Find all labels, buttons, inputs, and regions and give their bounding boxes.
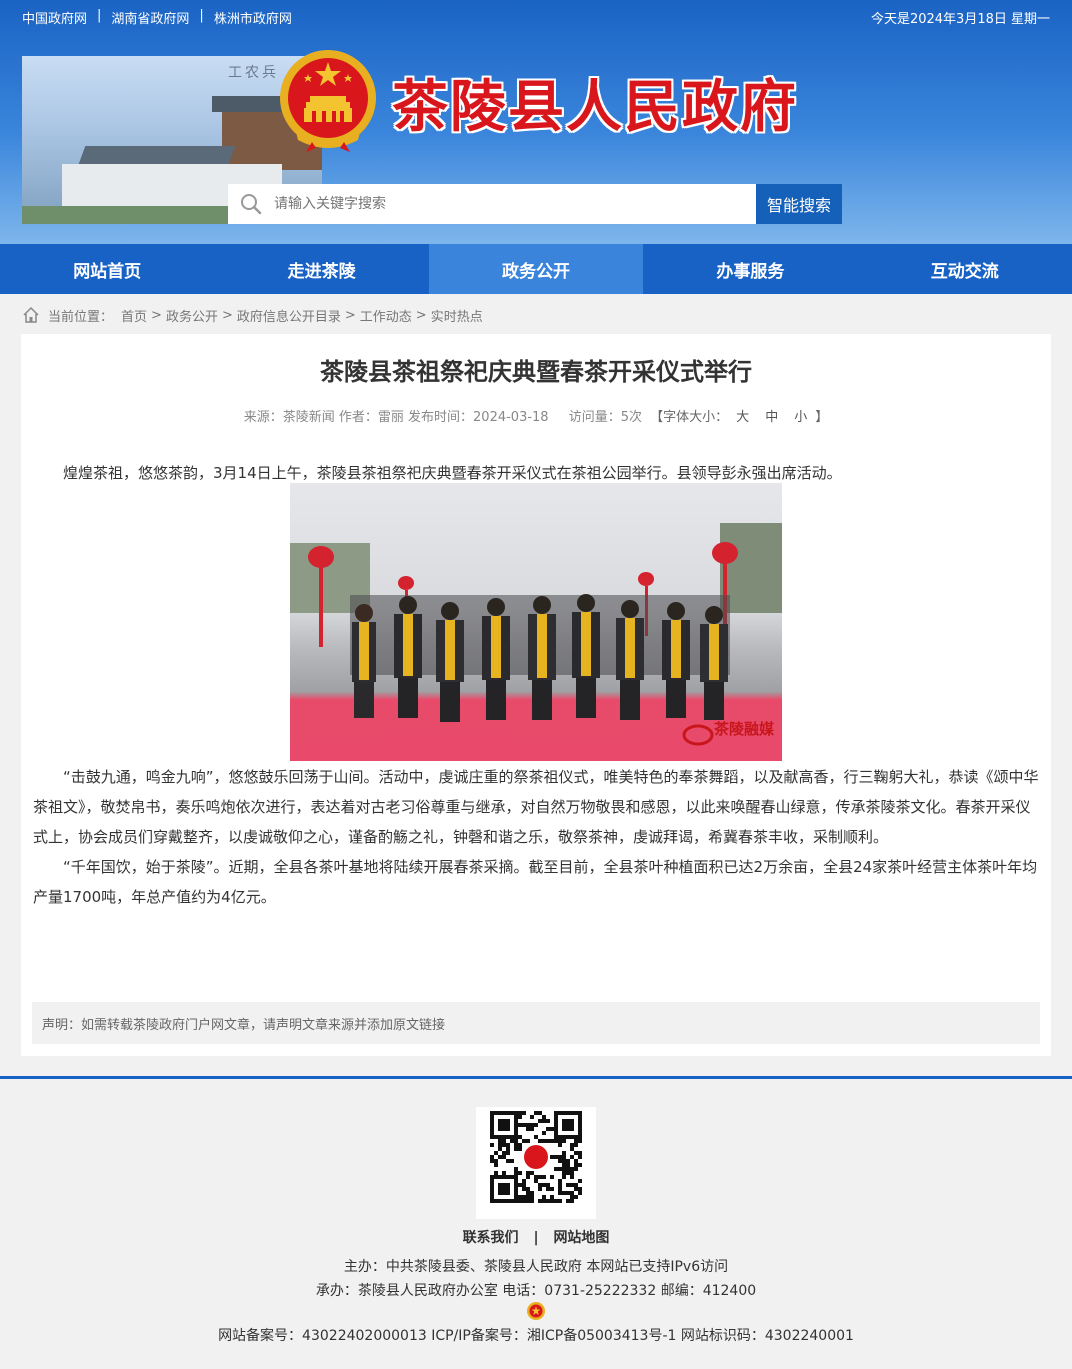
site-title: 茶陵县人民政府 [392,74,798,140]
search-box [228,184,756,224]
font-size-close: 】 [815,410,829,425]
current-date: 今天是2024年3月18日 星期一 [870,12,1050,27]
article-body: “击鼓九通，鸣金九响”，悠悠鼓乐回荡于山间。活动中，虔诚庄重的祭茶祖仪式，唯美特… [33,762,1041,912]
nav-interaction[interactable]: 互动交流 [858,244,1072,294]
breadcrumb-item-work-news[interactable]: 工作动态 [360,306,412,325]
police-badge-icon [527,1302,545,1320]
font-size-label: 【字体大小： [650,410,729,425]
nav-services[interactable]: 办事服务 [643,244,857,294]
article-container: 茶陵县茶祖祭祀庆典暨春茶开采仪式举行 来源：茶陵新闻 作者：雷丽 发布时间：20… [21,334,1051,1056]
font-size-small[interactable]: 小 [794,410,807,425]
font-size-control: 【字体大小： 大 中 小】 [650,410,828,425]
breadcrumb-item-hot[interactable]: 实时热点 [431,306,483,325]
main-nav: 网站首页 走进茶陵 政务公开 办事服务 互动交流 [0,244,1072,294]
ceremony-photo-illustration: 茶陵融媒 [290,523,782,746]
nav-home[interactable]: 网站首页 [0,244,214,294]
top-link-separator: | [199,8,204,23]
header-slogan: 工农兵 [228,65,279,81]
footer-organizer: 承办：茶陵县人民政府办公室 电话：0731-25222332 邮编：412400 [315,1283,757,1299]
search-icon [241,194,262,215]
top-link-separator: | [97,8,102,23]
qr-code [476,1107,596,1219]
footer-link-separator: | [533,1230,539,1246]
breadcrumb: 当前位置： 首页 > 政务公开 > 政府信息公开目录 > 工作动态 > 实时热点 [22,304,483,326]
breadcrumb-separator: > [344,307,356,323]
qr-code-icon [490,1111,582,1203]
top-links: 中国政府网 | 湖南省政府网 | 株洲市政府网 [22,8,292,27]
breadcrumb-item-affairs[interactable]: 政务公开 [166,306,218,325]
national-emblem-icon [280,50,376,152]
search-bar: 智能搜索 [228,184,842,224]
breadcrumb-item-catalog[interactable]: 政府信息公开目录 [237,306,341,325]
nav-about-chaling[interactable]: 走进茶陵 [214,244,428,294]
photo-watermark: 茶陵融媒 [714,720,775,738]
reprint-notice: 声明：如需转载茶陵政府门户网文章，请声明文章来源并添加原文链接 [32,1002,1040,1044]
home-icon [23,306,39,323]
article-title: 茶陵县茶祖祭祀庆典暨春茶开采仪式举行 [320,358,752,386]
breadcrumb-separator: > [221,307,233,323]
font-size-large[interactable]: 大 [736,410,749,425]
nav-government-affairs[interactable]: 政务公开 [428,244,644,294]
article-views: 访问量：5次 [568,410,643,425]
font-size-medium[interactable]: 中 [765,410,778,425]
breadcrumb-separator: > [415,307,427,323]
breadcrumb-item-home[interactable]: 首页 [121,306,147,325]
link-hunan-gov[interactable]: 湖南省政府网 [111,8,189,27]
article-photo: 茶陵融媒 [290,483,782,761]
breadcrumb-separator: > [151,307,162,323]
article-paragraph: “击鼓九通，鸣金九响”，悠悠鼓乐回荡于山间。活动中，虔诚庄重的祭茶祖仪式，唯美特… [33,768,1039,846]
breadcrumb-label: 当前位置： [48,309,114,325]
smart-search-button[interactable]: 智能搜索 [756,184,842,224]
link-central-gov[interactable]: 中国政府网 [22,8,87,27]
site-header: 中国政府网 | 湖南省政府网 | 株洲市政府网 今天是2024年3月18日 星期… [0,0,1072,244]
link-zhuzhou-gov[interactable]: 株洲市政府网 [214,8,292,27]
article-meta: 来源：茶陵新闻 作者：雷丽 发布时间：2024-03-18 访问量：5次 【字体… [21,406,1051,425]
site-footer: 联系我们 | 网站地图 主办：中共茶陵县委、茶陵县人民政府 本网站已支持IPv6… [0,1079,1072,1369]
article-source: 来源：茶陵新闻 作者：雷丽 发布时间：2024-03-18 [243,410,549,425]
sitemap-link[interactable]: 网站地图 [553,1230,609,1246]
footer-host: 主办：中共茶陵县委、茶陵县人民政府 本网站已支持IPv6访问 [343,1259,729,1275]
contact-us-link[interactable]: 联系我们 [463,1230,519,1246]
footer-records: 网站备案号：43022402000013 ICP/IP备案号：湘ICP备0500… [218,1328,854,1344]
article-paragraph: “千年国饮，始于茶陵”。近期，全县各茶叶基地将陆续开展春茶采摘。截至目前，全县茶… [33,858,1038,906]
footer-links: 联系我们 | 网站地图 [0,1227,1072,1247]
search-input[interactable] [228,184,756,224]
